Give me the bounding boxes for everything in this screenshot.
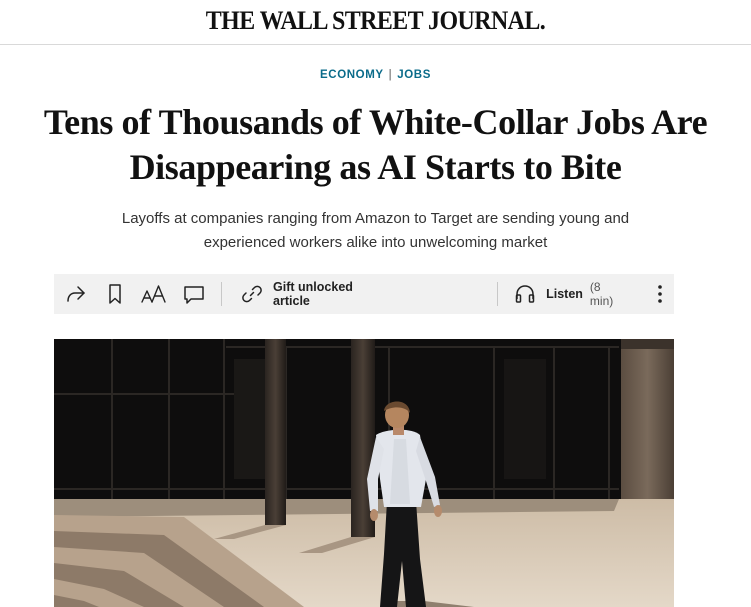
- listen-label: Listen: [546, 287, 583, 301]
- listen-duration: (8 min): [589, 280, 614, 308]
- comment-icon[interactable]: [180, 280, 207, 308]
- headphones-icon: [512, 280, 538, 308]
- breadcrumb-separator: |: [388, 69, 393, 81]
- section-breadcrumb: ECONOMY | JOBS: [0, 69, 751, 81]
- share-arrow-icon[interactable]: [62, 280, 89, 308]
- text-size-icon[interactable]: [140, 280, 168, 308]
- toolbar-divider: [496, 282, 498, 306]
- section-link-jobs[interactable]: JOBS: [397, 69, 431, 81]
- wsj-logo[interactable]: THE WALL STREET JOURNAL.: [206, 6, 546, 36]
- toolbar-divider: [221, 282, 223, 306]
- bookmark-icon[interactable]: [101, 280, 128, 308]
- gift-article-button[interactable]: Gift unlocked article: [238, 280, 389, 308]
- article-dek: Layoffs at companies ranging from Amazon…: [121, 210, 630, 251]
- article-headline: Tens of Thousands of White-Collar Jobs A…: [43, 102, 708, 187]
- listen-button[interactable]: Listen (8 min): [512, 280, 625, 308]
- masthead: THE WALL STREET JOURNAL.: [0, 0, 751, 45]
- gift-article-label: Gift unlocked article: [273, 280, 353, 308]
- section-link-economy[interactable]: ECONOMY: [320, 69, 384, 81]
- article-hero-image: [54, 339, 674, 607]
- article-page: THE WALL STREET JOURNAL. ECONOMY | JOBS Te…: [0, 0, 751, 607]
- link-icon: [238, 280, 265, 308]
- article-toolbar: Gift unlocked article Listen (8 min): [54, 274, 674, 314]
- more-vertical-icon[interactable]: [647, 280, 674, 308]
